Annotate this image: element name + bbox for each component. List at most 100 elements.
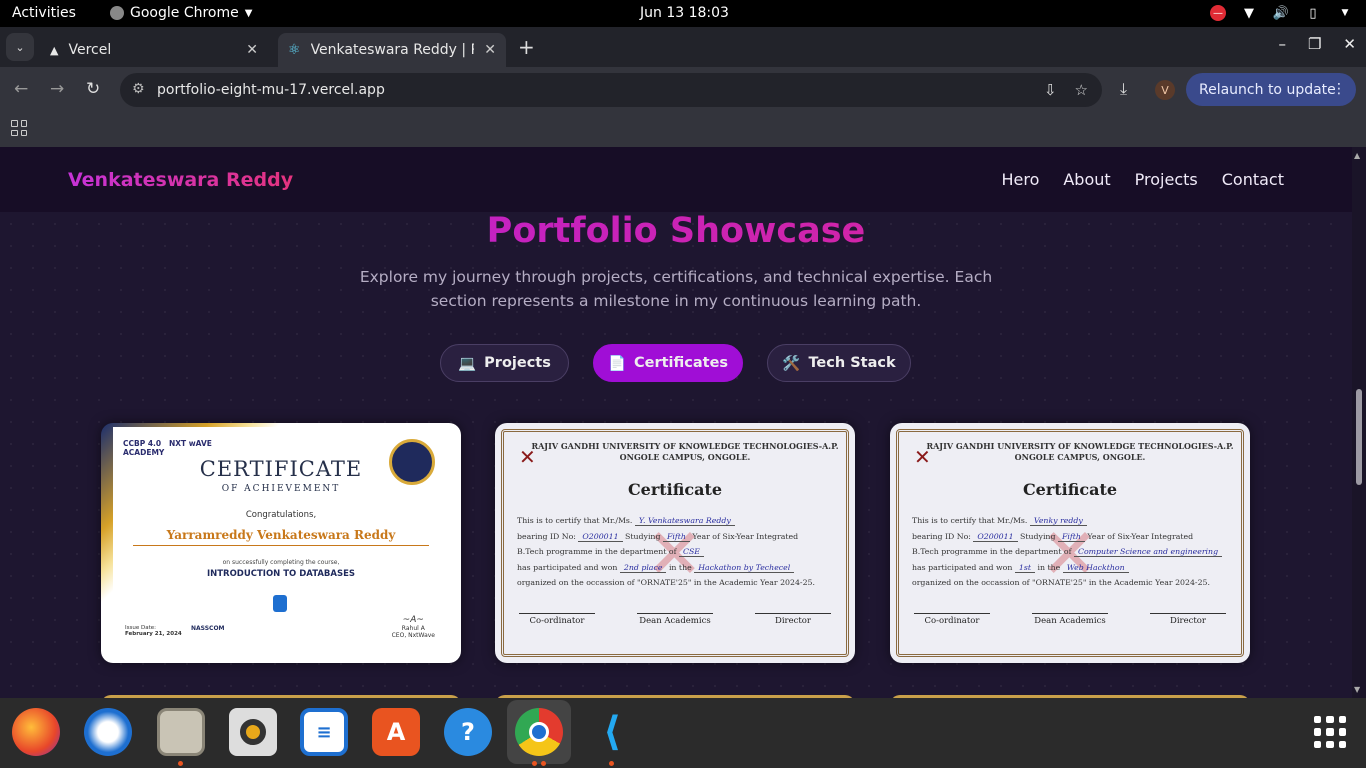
system-tray[interactable]: — ▼ 🔊 ▯ ▼ [1210, 4, 1354, 22]
cert-course: INTRODUCTION TO DATABASES [206, 569, 356, 579]
tab-projects[interactable]: 💻 Projects [440, 344, 569, 382]
certificate-card-web-hackathon[interactable]: ✕ RAJIV GANDHI UNIVERSITY OF KNOWLEDGE T… [890, 423, 1250, 663]
window-controls: – ❐ ✕ [1278, 35, 1356, 53]
relaunch-label: Relaunch to update [1199, 81, 1336, 98]
cert-title: Certificate [627, 480, 723, 499]
cert-signatures: Co-ordinator Dean Academics Director [519, 613, 831, 626]
react-icon: ⚛ [288, 42, 301, 58]
site-info-icon[interactable]: ⚙ [132, 81, 145, 97]
apps-grid-icon[interactable] [11, 120, 27, 136]
nav-link-projects[interactable]: Projects [1135, 170, 1198, 189]
thunderbird-icon[interactable] [84, 708, 132, 756]
firefox-icon[interactable] [12, 708, 60, 756]
relaunch-to-update-button[interactable]: Relaunch to update ⋮ [1186, 73, 1356, 106]
tab-title: Venkateswara Reddy | Po [310, 42, 475, 58]
cert-university: RAJIV GANDHI UNIVERSITY OF KNOWLEDGE TEC… [926, 441, 1234, 462]
cert-signature: ~A~ Rahul A CEO, NxtWave [391, 615, 435, 639]
dock: ≡ A ? ⟨ [0, 698, 1366, 768]
help-icon[interactable]: ? [444, 708, 492, 756]
close-tab-icon[interactable]: ✕ [246, 42, 258, 58]
scroll-up-icon[interactable]: ▲ [1354, 151, 1360, 160]
certificate-card-databases[interactable]: CCBP 4.0 NXT wAVE ACADEMY CERTIFICATE OF… [101, 423, 461, 663]
power-menu-icon: ▼ [1341, 8, 1349, 18]
writer-icon[interactable]: ≡ [300, 708, 348, 756]
cert-body: This is to certify that Mr./Ms. Venky re… [912, 513, 1236, 591]
tab-vercel[interactable]: ▲ Vercel ✕ [40, 33, 268, 67]
certificate-image: CCBP 4.0 NXT wAVE ACADEMY CERTIFICATE OF… [113, 427, 449, 653]
bookmark-star-icon[interactable]: ☆ [1075, 81, 1088, 99]
laptop-icon: 💻 [458, 355, 477, 372]
cert-congrats: Congratulations, [245, 510, 317, 520]
bookmarks-bar [0, 112, 1366, 147]
clock[interactable]: Jun 13 18:03 [640, 5, 729, 21]
downloads-icon[interactable]: ⤓ [1120, 79, 1127, 99]
nav-link-hero[interactable]: Hero [1001, 170, 1039, 189]
vercel-triangle-icon: ▲ [50, 43, 59, 57]
forward-button[interactable]: → [50, 79, 64, 99]
system-top-bar: Activities Google Chrome ▼ Jun 13 18:03 … [0, 0, 1366, 27]
cert-body: This is to certify that Mr./Ms. Y. Venka… [517, 516, 815, 587]
scroll-down-icon[interactable]: ▼ [1354, 685, 1360, 694]
tab-strip: ⌄ ▲ Vercel ✕ ⚛ Venkateswara Reddy | Po ✕… [0, 27, 1366, 67]
tab-tech-stack[interactable]: 🛠️ Tech Stack [767, 344, 911, 382]
vscode-icon[interactable]: ⟨ [588, 708, 636, 756]
url-text: portfolio-eight-mu-17.vercel.app [157, 82, 385, 98]
files-icon[interactable] [157, 708, 205, 756]
rhythmbox-icon[interactable] [229, 708, 277, 756]
cert-university: RAJIV GANDHI UNIVERSITY OF KNOWLEDGE TEC… [531, 441, 839, 462]
cert-subtitle: OF ACHIEVEMENT [221, 484, 341, 494]
tab-label: Certificates [634, 355, 729, 371]
tab-label: Projects [484, 355, 551, 371]
app-menu[interactable]: Google Chrome ▼ [110, 5, 252, 21]
chrome-small-icon [110, 6, 124, 20]
nav-links: Hero About Projects Contact [1001, 170, 1284, 189]
battery-icon: ▯ [1309, 5, 1317, 21]
minimize-icon[interactable]: – [1278, 35, 1286, 53]
nav-link-contact[interactable]: Contact [1222, 170, 1284, 189]
running-indicator [541, 761, 546, 766]
more-menu-icon[interactable]: ⋮ [1332, 81, 1346, 97]
reload-button[interactable]: ↻ [86, 79, 100, 99]
do-not-disturb-icon: — [1210, 5, 1226, 21]
chrome-icon[interactable] [515, 708, 563, 756]
cert-issue-date: Issue Date: February 21, 2024 [125, 625, 182, 637]
cert-signatures: Co-ordinator Dean Academics Director [914, 613, 1226, 626]
nav-link-about[interactable]: About [1063, 170, 1110, 189]
tab-title: Vercel [68, 42, 112, 58]
section-heading: Portfolio Showcase [0, 211, 1352, 251]
cert-title: Certificate [1022, 480, 1118, 499]
cert-completion: on successfully completing the course, [222, 559, 340, 566]
maximize-icon[interactable]: ❐ [1308, 35, 1321, 53]
site-brand[interactable]: Venkateswara Reddy [68, 169, 293, 191]
address-bar[interactable]: ⚙ portfolio-eight-mu-17.vercel.app ⇩ ☆ [120, 73, 1102, 107]
activities-button[interactable]: Activities [12, 5, 76, 21]
install-app-icon[interactable]: ⇩ [1044, 81, 1057, 99]
tab-certificates[interactable]: 📄 Certificates [593, 344, 743, 382]
running-indicator [532, 761, 537, 766]
tab-label: Tech Stack [808, 355, 896, 371]
app-name: Google Chrome [130, 5, 239, 21]
profile-avatar[interactable]: V [1155, 80, 1175, 100]
volume-icon: 🔊 [1272, 5, 1290, 21]
tab-search-button[interactable]: ⌄ [6, 33, 34, 61]
running-indicator [178, 761, 183, 766]
scrollbar-thumb[interactable] [1356, 389, 1362, 485]
back-button[interactable]: ← [14, 79, 28, 99]
app-center-icon[interactable]: A [372, 708, 420, 756]
show-apps-icon[interactable] [1314, 716, 1346, 748]
chevron-down-icon: ▼ [244, 7, 253, 19]
database-icon [273, 595, 287, 612]
document-icon: 📄 [607, 355, 626, 372]
tab-portfolio[interactable]: ⚛ Venkateswara Reddy | Po ✕ [278, 33, 506, 67]
ccbp-logo: CCBP 4.0 NXT wAVE ACADEMY [123, 439, 212, 457]
wifi-icon: ▼ [1244, 5, 1254, 21]
certificate-card-hackathon-2nd[interactable]: ✕ RAJIV GANDHI UNIVERSITY OF KNOWLEDGE T… [495, 423, 855, 663]
page-scrollbar[interactable]: ▲ ▼ [1352, 147, 1366, 698]
close-window-icon[interactable]: ✕ [1343, 35, 1356, 53]
new-tab-button[interactable]: + [518, 35, 535, 59]
cert-title: CERTIFICATE [199, 457, 363, 481]
close-tab-icon[interactable]: ✕ [484, 42, 496, 58]
cert-recipient: Yarramreddy Venkateswara Reddy [133, 528, 429, 546]
nasscom-logo: NASSCOM [191, 625, 225, 632]
running-indicator [609, 761, 614, 766]
